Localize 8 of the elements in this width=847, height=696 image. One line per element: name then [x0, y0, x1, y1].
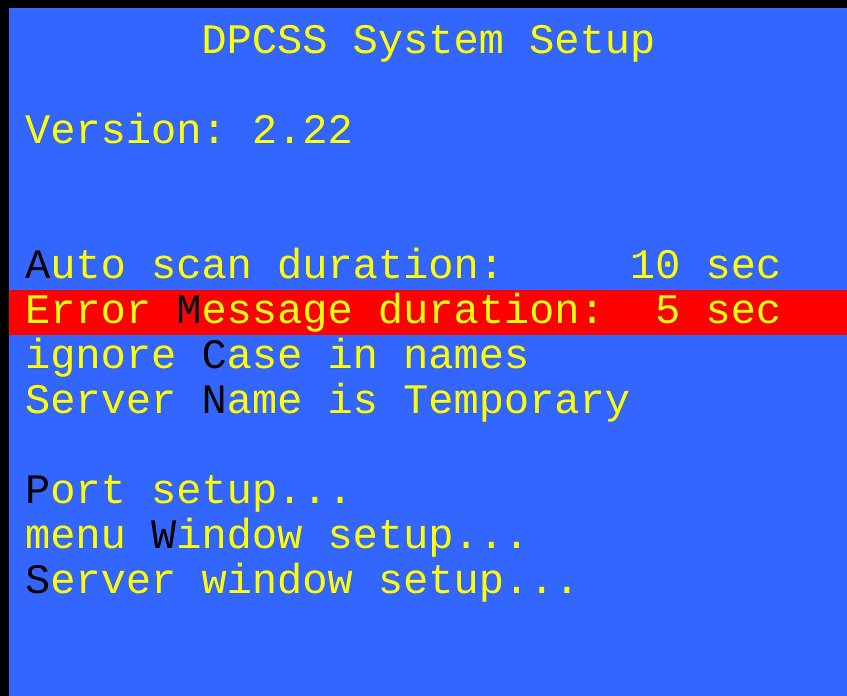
menu-item[interactable]: ignore Case in names	[25, 335, 782, 380]
menu-item[interactable]: Port setup...	[25, 470, 782, 515]
menu-item[interactable]: Auto scan duration: 10 sec	[25, 245, 782, 290]
menu-item[interactable]: Server Name is Temporary	[25, 380, 782, 425]
screen-title: DPCSS System Setup	[200, 20, 656, 65]
menu-item[interactable]: menu Window setup...	[25, 515, 782, 560]
version-text: Version: 2.22	[24, 110, 354, 155]
menu-item[interactable]: Server window setup...	[25, 560, 782, 605]
